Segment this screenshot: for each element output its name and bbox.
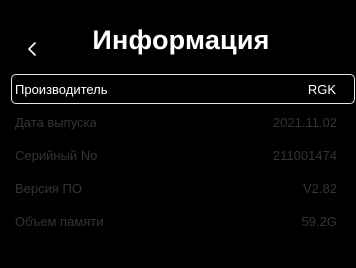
info-label: Объем памяти (15, 213, 104, 229)
info-row-serial-number[interactable]: Серийный No 211001474 (11, 140, 355, 170)
info-value: RGK (307, 81, 336, 97)
info-label: Версия ПО (15, 180, 82, 196)
info-label: Производитель (15, 81, 108, 97)
info-value: 59.2G (301, 213, 337, 229)
info-row-memory-size[interactable]: Объем памяти 59.2G (11, 206, 355, 236)
info-list: Производитель RGK Дата выпуска 2021.11.0… (11, 74, 355, 239)
info-row-firmware-version[interactable]: Версия ПО V2.82 (11, 173, 355, 203)
header-bar: Информация (0, 0, 356, 64)
info-value: V2.82 (303, 180, 337, 196)
info-label: Дата выпуска (15, 114, 97, 130)
info-value: 211001474 (272, 147, 337, 163)
info-label: Серийный No (15, 147, 98, 163)
info-row-manufacturer[interactable]: Производитель RGK (11, 74, 355, 104)
info-value: 2021.11.02 (272, 114, 337, 130)
info-row-release-date[interactable]: Дата выпуска 2021.11.02 (11, 107, 355, 137)
page-title: Информация (92, 25, 270, 55)
